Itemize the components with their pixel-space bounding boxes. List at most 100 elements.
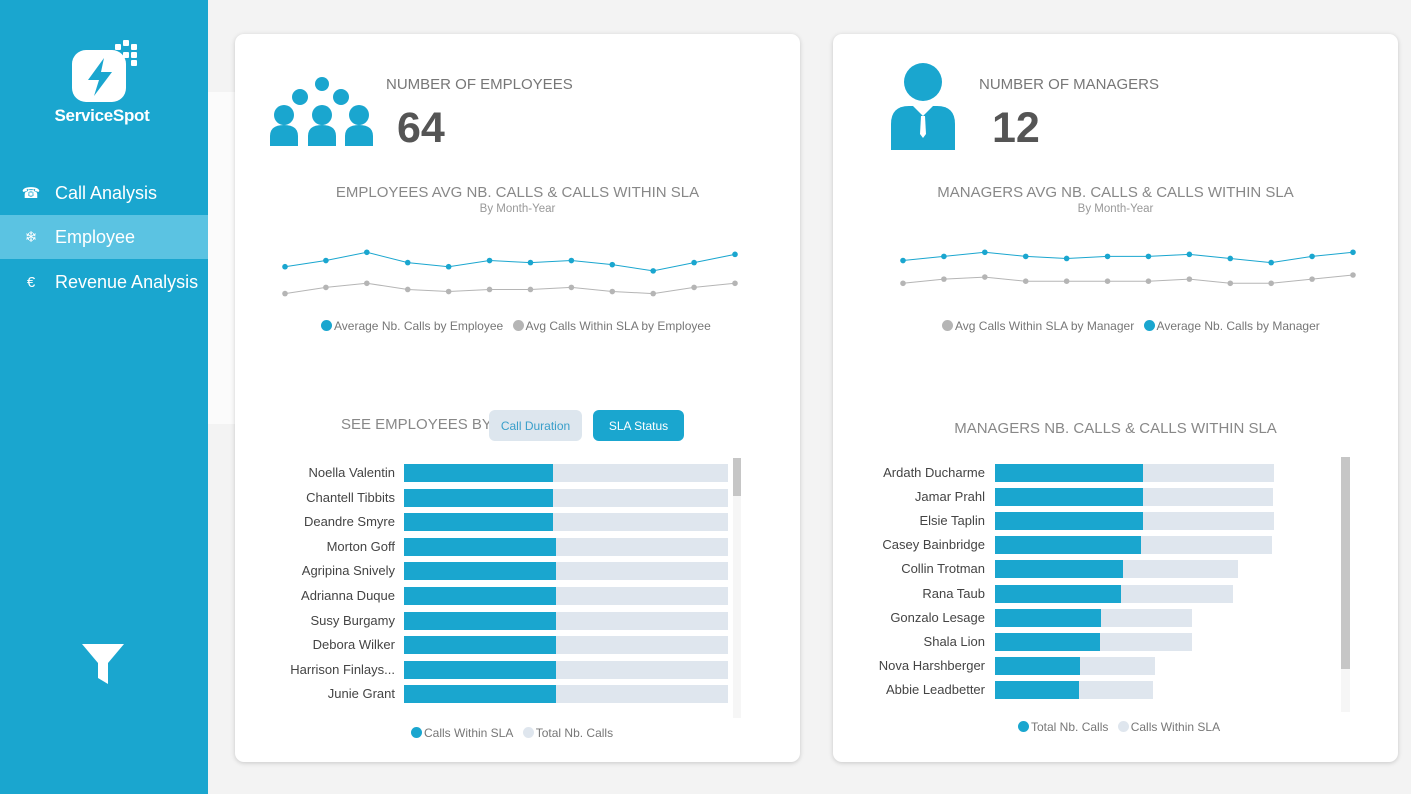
- nav-item-call-analysis[interactable]: ☎ Call Analysis: [0, 171, 208, 215]
- data-point[interactable]: [982, 249, 988, 256]
- data-point[interactable]: [1022, 253, 1029, 260]
- data-point[interactable]: [1309, 253, 1315, 260]
- scrollbar-thumb[interactable]: [733, 458, 741, 496]
- data-point[interactable]: [941, 253, 947, 260]
- bar-row[interactable]: Adrianna Duque: [235, 587, 800, 605]
- bar-row[interactable]: Agripina Snively: [235, 562, 800, 581]
- scrollbar-thumb[interactable]: [1341, 457, 1350, 669]
- within-sla-bar[interactable]: [995, 680, 1080, 699]
- bar-row[interactable]: Debora Wilker: [235, 636, 800, 655]
- bar-row[interactable]: Nova Harshberger: [833, 656, 1398, 675]
- within-sla-bar[interactable]: [995, 656, 1081, 675]
- nav-item-revenue-analysis[interactable]: € Revenue Analysis: [0, 260, 208, 304]
- managers-bar-chart: Ardath Ducharme Jamar Prahl Elsie Taplin Ca…: [833, 464, 1398, 714]
- bar-row[interactable]: Jamar Prahl: [833, 488, 1398, 507]
- within-sla-bar[interactable]: [404, 513, 554, 532]
- data-point[interactable]: [527, 259, 534, 266]
- bar-row[interactable]: Elsie Taplin: [833, 512, 1398, 531]
- data-point[interactable]: [568, 284, 575, 291]
- data-point[interactable]: [650, 268, 656, 274]
- data-point[interactable]: [1350, 249, 1356, 256]
- within-sla-bar[interactable]: [995, 560, 1124, 579]
- scrollbar[interactable]: [733, 458, 741, 718]
- bar-row[interactable]: Morton Goff: [235, 537, 800, 556]
- scrollbar[interactable]: [1341, 457, 1350, 712]
- data-point[interactable]: [404, 286, 411, 293]
- bar-row[interactable]: Abbie Leadbetter: [833, 680, 1398, 699]
- data-point[interactable]: [445, 263, 452, 270]
- data-point[interactable]: [732, 251, 738, 258]
- data-point[interactable]: [486, 257, 493, 264]
- data-point[interactable]: [1022, 278, 1029, 284]
- data-point[interactable]: [445, 288, 452, 295]
- data-point[interactable]: [364, 280, 370, 287]
- filter-icon[interactable]: [81, 642, 125, 686]
- bar-row[interactable]: Noella Valentin: [235, 464, 800, 482]
- bar-row[interactable]: Susy Burgamy: [235, 611, 800, 630]
- data-point[interactable]: [691, 259, 697, 266]
- data-point[interactable]: [609, 261, 616, 268]
- data-point[interactable]: [1063, 278, 1070, 284]
- bar-row[interactable]: Ardath Ducharme: [833, 464, 1398, 482]
- line-chart-subtitle: By Month-Year: [1077, 203, 1154, 215]
- data-point[interactable]: [732, 280, 738, 287]
- data-point[interactable]: [1350, 272, 1356, 278]
- data-point[interactable]: [323, 284, 329, 291]
- within-sla-bar[interactable]: [404, 464, 554, 482]
- data-point[interactable]: [1227, 255, 1234, 262]
- sla-status-button[interactable]: SLA Status: [593, 410, 684, 441]
- within-sla-bar[interactable]: [404, 685, 557, 704]
- within-sla-bar[interactable]: [995, 584, 1121, 603]
- data-point[interactable]: [527, 286, 534, 293]
- data-point[interactable]: [1104, 253, 1111, 260]
- data-point[interactable]: [1227, 280, 1234, 287]
- data-point[interactable]: [900, 257, 906, 264]
- bar-row[interactable]: Junie Grant: [235, 685, 800, 704]
- bar-row[interactable]: Casey Bainbridge: [833, 536, 1398, 555]
- data-point[interactable]: [1309, 276, 1315, 282]
- within-sla-bar[interactable]: [404, 488, 554, 507]
- data-point[interactable]: [323, 257, 329, 264]
- bar-row[interactable]: Shala Lion: [833, 632, 1398, 651]
- data-point[interactable]: [691, 284, 697, 291]
- data-point[interactable]: [568, 257, 575, 264]
- within-sla-bar[interactable]: [995, 632, 1101, 651]
- within-sla-bar[interactable]: [404, 537, 557, 556]
- data-point[interactable]: [1268, 259, 1274, 266]
- data-point[interactable]: [650, 290, 656, 297]
- data-point[interactable]: [1186, 251, 1193, 258]
- within-sla-bar[interactable]: [404, 587, 557, 605]
- bar-row[interactable]: Chantell Tibbits: [235, 488, 800, 507]
- data-point[interactable]: [404, 259, 411, 266]
- bar-row[interactable]: Deandre Smyre: [235, 513, 800, 532]
- data-point[interactable]: [900, 280, 906, 287]
- within-sla-bar[interactable]: [404, 660, 557, 679]
- within-sla-bar[interactable]: [995, 608, 1102, 627]
- bar-row[interactable]: Rana Taub: [833, 584, 1398, 603]
- data-point[interactable]: [1145, 278, 1152, 284]
- data-point[interactable]: [1186, 276, 1193, 282]
- data-point[interactable]: [982, 274, 988, 280]
- bar-row[interactable]: Collin Trotman: [833, 560, 1398, 579]
- data-point[interactable]: [1063, 255, 1070, 262]
- within-sla-bar[interactable]: [404, 611, 557, 630]
- within-sla-bar[interactable]: [995, 488, 1144, 507]
- within-sla-bar[interactable]: [404, 636, 557, 655]
- within-sla-bar[interactable]: [995, 536, 1142, 555]
- data-point[interactable]: [1145, 253, 1152, 260]
- within-sla-bar[interactable]: [995, 512, 1144, 531]
- data-point[interactable]: [364, 249, 370, 256]
- data-point[interactable]: [941, 276, 947, 282]
- within-sla-bar[interactable]: [404, 562, 557, 581]
- data-point[interactable]: [282, 290, 288, 297]
- data-point[interactable]: [282, 263, 288, 270]
- nav-item-employee[interactable]: ❄ Employee: [0, 215, 208, 259]
- bar-row[interactable]: Harrison Finlays...: [235, 660, 800, 679]
- data-point[interactable]: [1268, 280, 1274, 287]
- data-point[interactable]: [486, 286, 493, 293]
- within-sla-bar[interactable]: [995, 464, 1144, 482]
- bar-row[interactable]: Gonzalo Lesage: [833, 608, 1398, 627]
- data-point[interactable]: [1104, 278, 1111, 284]
- data-point[interactable]: [609, 288, 616, 295]
- call-duration-button[interactable]: Call Duration: [489, 410, 582, 441]
